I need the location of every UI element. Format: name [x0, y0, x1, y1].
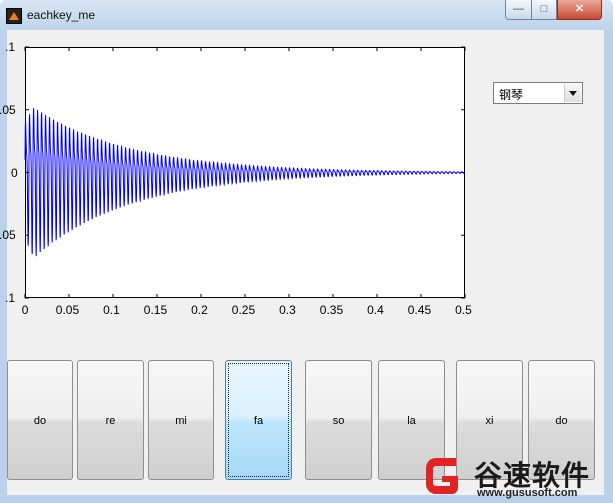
- x-tick-label: 0.45: [407, 303, 432, 317]
- y-tick-label: .1: [5, 291, 16, 305]
- chevron-down-icon[interactable]: [564, 84, 581, 102]
- maximize-button[interactable]: □: [531, 0, 557, 20]
- y-tick-label: 0: [11, 165, 18, 180]
- key-label: la: [407, 415, 416, 427]
- x-tick-label: 0.4: [367, 303, 384, 317]
- y-tick-label: .05: [0, 102, 16, 117]
- key-label: xi: [485, 415, 494, 427]
- app-window: eachkey_me — □ ✕ 0 0.05 0.1 0.15 0.2 0.25 0.3 0…: [0, 0, 613, 503]
- key-label: so: [332, 415, 345, 427]
- key-label: do: [33, 415, 47, 427]
- watermark-logo-icon: [426, 458, 458, 494]
- x-tick-label: 0.3: [279, 303, 296, 317]
- key-button-re[interactable]: re: [77, 360, 144, 480]
- x-tick-label: 0.2: [191, 303, 208, 317]
- key-label: re: [105, 415, 116, 427]
- minimize-button[interactable]: —: [505, 0, 532, 20]
- waveform-plot: [24, 46, 466, 299]
- figure-client-area: 0 0.05 0.1 0.15 0.2 0.25 0.3 0.35 0.4 0.45 0.5.1.0…: [0, 30, 604, 495]
- x-tick-label: 0.25: [231, 303, 256, 317]
- x-tick-label: 0.15: [143, 303, 168, 317]
- x-tick-label: 0.1: [103, 303, 120, 317]
- key-button-fa[interactable]: fa: [225, 360, 292, 480]
- window-title: eachkey_me: [27, 8, 96, 22]
- y-tick-label: .1: [5, 40, 16, 54]
- x-tick-label: 0.35: [319, 303, 344, 317]
- instrument-selected-value: 钢琴: [499, 88, 524, 102]
- x-tick-label: 0.05: [55, 303, 80, 317]
- close-button[interactable]: ✕: [557, 0, 602, 20]
- key-label: mi: [175, 415, 187, 427]
- x-tick-label: 0.5: [455, 303, 472, 317]
- x-tick-label: 0: [21, 303, 29, 317]
- matlab-icon: [6, 8, 22, 24]
- watermark-url: www.gususoft.com: [477, 487, 578, 499]
- key-button-mi[interactable]: mi: [148, 360, 214, 480]
- y-tick-label: .05: [0, 228, 16, 243]
- key-label: do: [555, 415, 568, 427]
- waveform-line: [24, 108, 466, 257]
- key-label: fa: [253, 415, 264, 427]
- instrument-dropdown[interactable]: 钢琴: [493, 82, 583, 104]
- title-bar[interactable]: eachkey_me — □ ✕: [0, 0, 613, 30]
- key-button-do[interactable]: do: [7, 360, 73, 480]
- key-button-so[interactable]: so: [305, 360, 372, 480]
